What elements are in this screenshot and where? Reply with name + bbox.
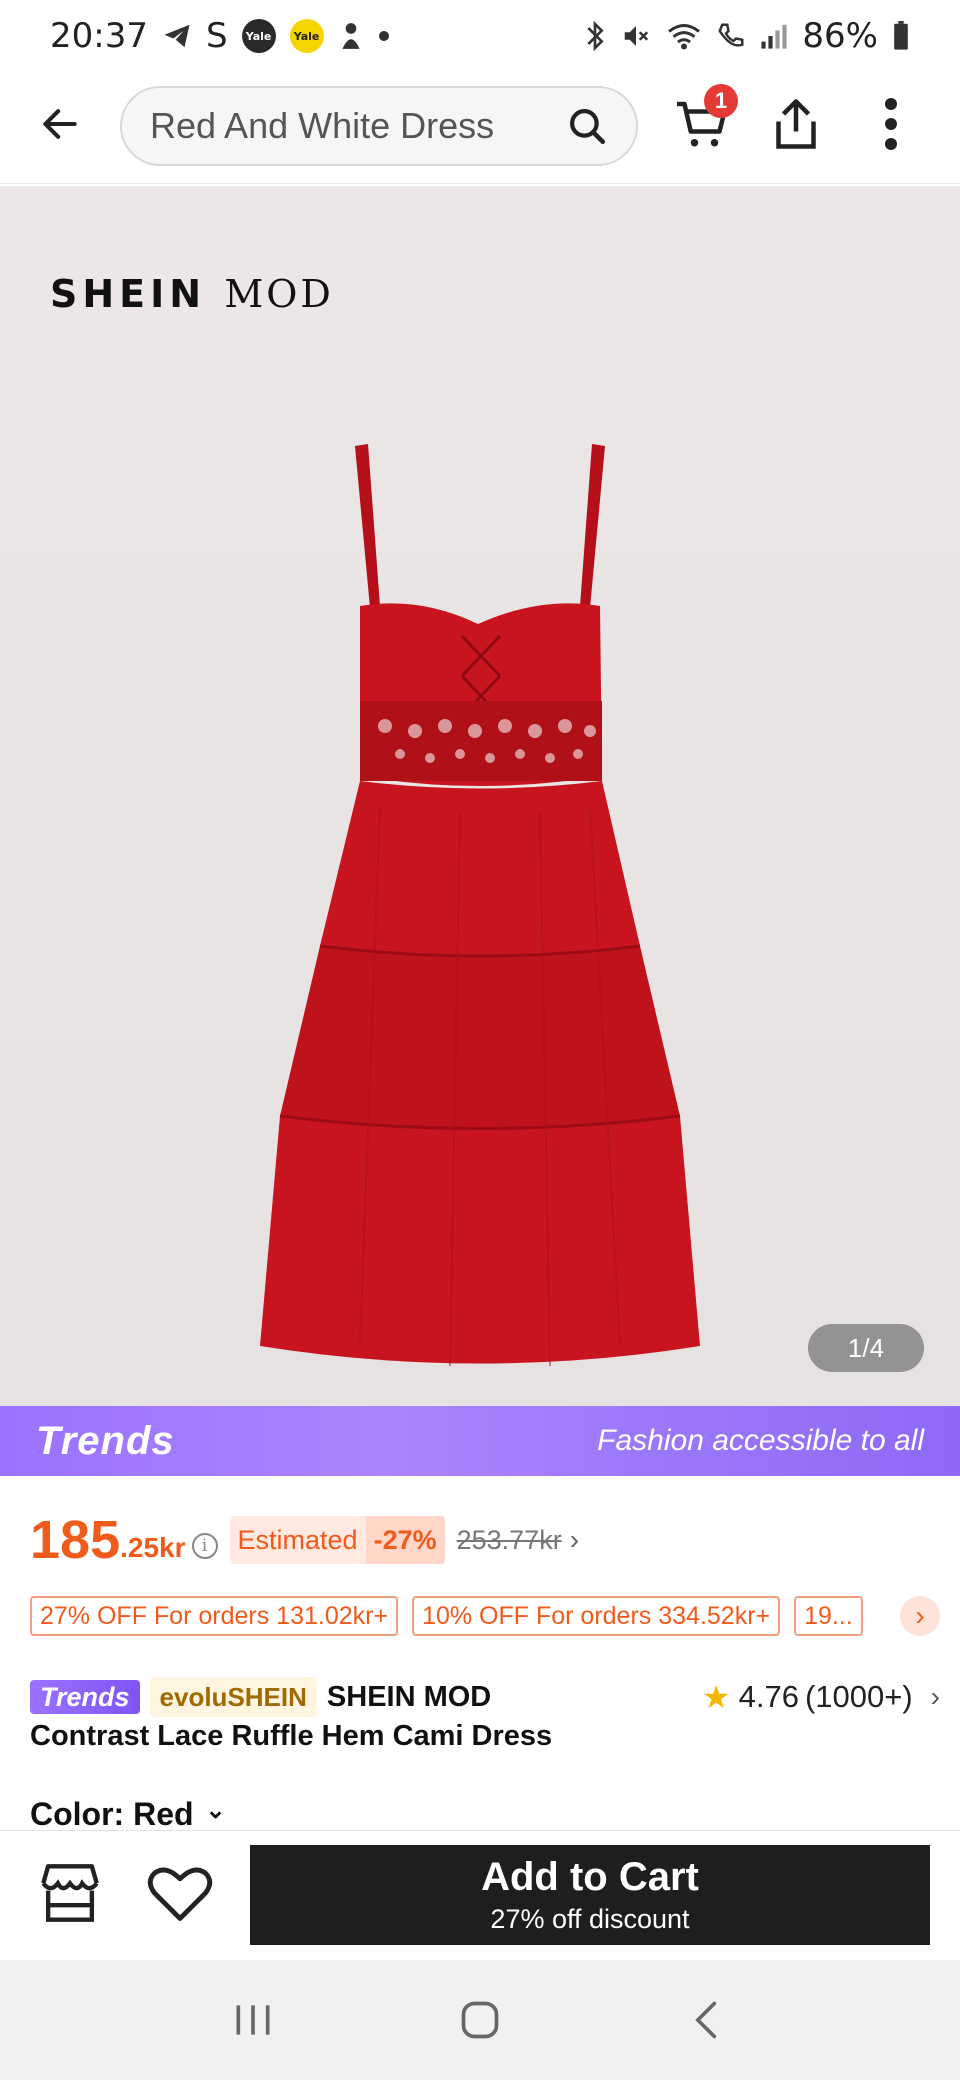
yale-dark-icon: Yale <box>241 19 276 53</box>
chevron-right-icon[interactable]: › <box>570 1524 579 1556</box>
chevron-right-icon: › <box>930 1681 940 1712</box>
color-label: Color: Red <box>30 1796 194 1830</box>
product-image-gallery[interactable]: SHEIN MOD 1/4 <box>0 186 960 1406</box>
price-decimal: .25kr <box>120 1532 186 1563</box>
add-to-cart-label: Add to Cart <box>481 1855 699 1899</box>
top-header: Red And White Dress 1 <box>0 72 960 184</box>
product-title: Contrast Lace Ruffle Hem Cami Dress <box>30 1720 553 1752</box>
coupon-row: 27% OFF For orders 131.02kr+ 10% OFF For… <box>30 1594 940 1638</box>
coupon-1[interactable]: 27% OFF For orders 131.02kr+ <box>30 1596 399 1636</box>
yale-yellow-icon: Yale <box>289 19 324 53</box>
red-dress-image <box>260 444 700 1367</box>
star-icon: ★ <box>701 1679 731 1715</box>
mute-icon <box>620 21 652 51</box>
system-nav-bar <box>0 1960 960 2080</box>
coupon-3[interactable]: 19... <box>794 1596 863 1636</box>
status-right: 86% <box>584 16 910 56</box>
evolushein-chip[interactable]: evoluSHEIN <box>149 1677 317 1717</box>
trends-banner[interactable]: Trends Fashion accessible to all <box>0 1406 960 1476</box>
home-icon <box>461 2001 499 2039</box>
price-row: 185 .25kr i Estimated -27% 253.77kr › <box>30 1508 579 1572</box>
product-title-row: Trends evoluSHEIN SHEIN MOD ★ 4.76 (1000… <box>30 1672 940 1722</box>
wishlist-button[interactable] <box>146 1861 214 1927</box>
rating-value: 4.76 <box>738 1679 799 1714</box>
bottom-action-bar: Add to Cart 27% off discount <box>0 1830 960 1960</box>
recent-apps-icon <box>236 2005 270 2035</box>
wifi-call-icon <box>716 21 746 51</box>
trends-chip[interactable]: Trends <box>30 1680 140 1714</box>
chevron-left-icon <box>694 2001 716 2039</box>
notification-app-icon <box>338 21 364 51</box>
share-button[interactable] <box>766 94 830 158</box>
bluetooth-icon <box>584 20 606 52</box>
more-notifications-dot-icon <box>378 30 390 42</box>
brand-logo-main: SHEIN <box>50 272 207 316</box>
system-back-button[interactable] <box>672 1985 742 2055</box>
brand-name[interactable]: SHEIN MOD <box>327 1681 491 1714</box>
status-left: 20:37 S Yale Yale <box>50 16 390 56</box>
telegram-icon <box>162 21 192 51</box>
back-button[interactable] <box>30 94 90 154</box>
color-selector[interactable]: Color: Red ⌄ <box>30 1796 226 1830</box>
battery-percent: 86% <box>802 16 878 56</box>
signal-icon <box>760 22 788 50</box>
rating-link[interactable]: ★ 4.76 (1000+) › <box>702 1678 940 1716</box>
store-button[interactable] <box>36 1861 104 1927</box>
wifi-icon <box>666 21 702 51</box>
add-to-cart-discount-note: 27% off discount <box>490 1904 690 1934</box>
add-to-cart-button[interactable]: Add to Cart 27% off discount <box>250 1845 930 1945</box>
battery-icon <box>892 21 910 51</box>
status-time: 20:37 <box>50 16 148 56</box>
image-counter: 1/4 <box>808 1324 924 1372</box>
trends-tagline: Fashion accessible to all <box>597 1424 924 1457</box>
status-bar: 20:37 S Yale Yale 86% <box>0 0 960 72</box>
coupon-2[interactable]: 10% OFF For orders 334.52kr+ <box>412 1596 781 1636</box>
more-options-button[interactable] <box>866 94 916 158</box>
coupons-more-chevron-icon[interactable]: › <box>900 1596 940 1636</box>
original-price: 253.77kr <box>456 1524 562 1555</box>
s-app-icon: S <box>205 16 228 56</box>
more-vertical-icon <box>885 98 897 150</box>
discount-percent: -27% <box>365 1516 445 1564</box>
cart-button[interactable]: 1 <box>672 84 738 158</box>
chevron-down-icon: ⌄ <box>205 1797 226 1824</box>
search-icon[interactable] <box>566 105 608 147</box>
cart-count-badge: 1 <box>704 84 738 118</box>
recent-apps-button[interactable] <box>218 1985 288 2055</box>
heart-icon <box>147 1867 213 1921</box>
home-button[interactable] <box>445 1985 515 2055</box>
share-icon <box>776 99 816 149</box>
price-main: 185 <box>30 1510 121 1570</box>
arrow-left-icon <box>43 109 77 139</box>
rating-count: (1000+) <box>804 1679 913 1714</box>
search-input[interactable]: Red And White Dress <box>120 86 638 166</box>
store-icon <box>41 1864 99 1922</box>
trends-logo: Trends <box>36 1418 175 1463</box>
estimated-discount-tag[interactable]: Estimated -27% <box>229 1516 445 1564</box>
search-query-text: Red And White Dress <box>150 105 495 146</box>
estimated-label: Estimated <box>229 1516 366 1564</box>
info-icon[interactable]: i <box>191 1533 218 1559</box>
